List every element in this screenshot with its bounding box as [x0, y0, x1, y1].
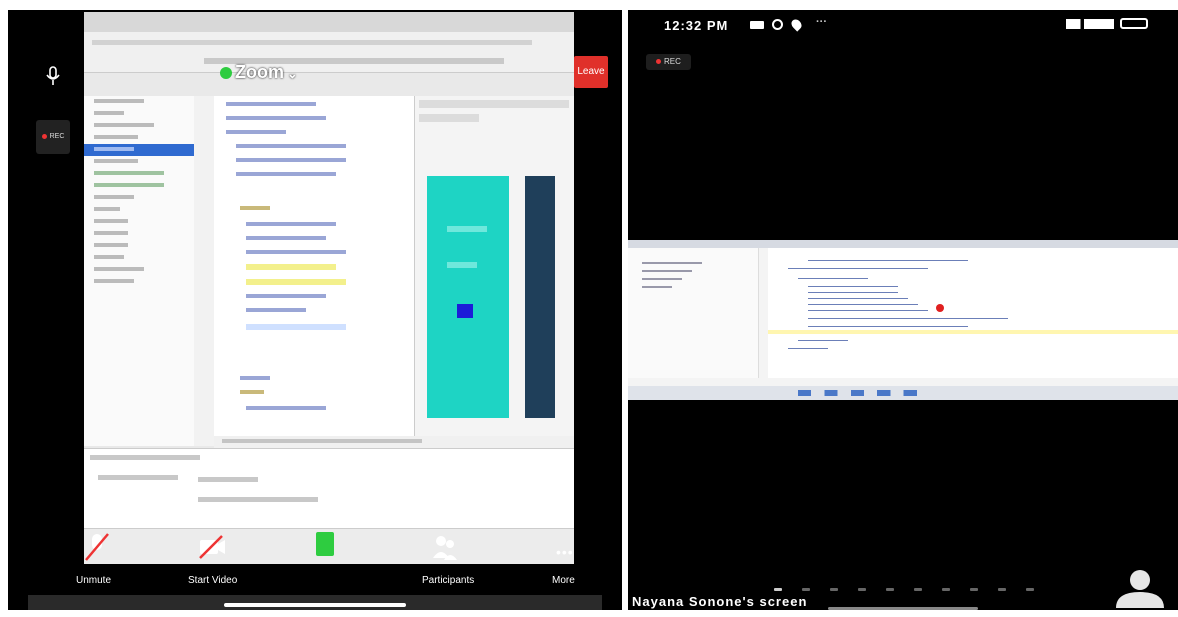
page-indicator [774, 588, 1034, 594]
video-off-icon[interactable] [198, 534, 226, 560]
preview-blueprint [525, 176, 555, 418]
participants-button[interactable]: Participants [422, 575, 474, 586]
build-output-panel [84, 448, 574, 529]
recording-dot-icon [41, 133, 47, 139]
mini-project-tree [628, 248, 759, 378]
recording-badge: REC [646, 54, 691, 70]
headset-icon[interactable] [46, 66, 60, 86]
muted-mic-icon[interactable] [84, 532, 110, 562]
mini-code-editor [768, 248, 1178, 378]
recording-dot-icon [656, 59, 661, 65]
screen-owner-label: Nayana Sonone's screen [632, 594, 808, 609]
battery-icon [1120, 18, 1148, 29]
zoom-view-menu[interactable]: Zoom ⌄ [220, 62, 297, 83]
shared-screen-ide [84, 12, 574, 564]
editor-gutter [194, 96, 215, 446]
preview-button [457, 304, 473, 318]
unmute-button[interactable]: Unmute [76, 575, 111, 586]
shared-screen-thumbnail [628, 240, 1178, 400]
participants-icon[interactable] [432, 534, 458, 562]
leave-button[interactable]: Leave [574, 56, 608, 88]
recording-badge: REC [36, 120, 70, 154]
more-dots-icon[interactable]: ••• [556, 544, 574, 560]
preview-screen [427, 176, 509, 418]
phone-screen-view: 12:32 PM ··· REC Nayana Sonone's screen [628, 10, 1178, 610]
mini-ide-titlebar [628, 240, 1178, 248]
zoom-meeting-view: Zoom ⌄ REC Leave Unmute Start Video Part… [8, 10, 622, 610]
mini-taskbar [628, 386, 1178, 400]
user-avatar-icon[interactable] [1112, 568, 1168, 608]
share-screen-icon[interactable] [316, 532, 334, 556]
status-clock: 12:32 PM [664, 18, 729, 33]
home-indicator[interactable] [224, 603, 406, 607]
chevron-down-icon: ⌄ [284, 67, 298, 81]
tree-row-selected[interactable] [84, 144, 194, 156]
location-icon [789, 17, 804, 32]
ide-title-bar [84, 12, 574, 32]
editor-breadcrumb [214, 436, 574, 448]
start-video-button[interactable]: Start Video [188, 575, 237, 586]
signal-icon [1066, 19, 1114, 29]
zoom-logo-icon [220, 67, 232, 80]
meeting-controls: Unmute Start Video Participants ••• More [8, 530, 622, 594]
more-button[interactable]: More [552, 575, 575, 586]
cursor-highlight [936, 304, 944, 312]
ide-toolbar [84, 32, 574, 73]
code-editor[interactable] [214, 96, 414, 436]
video-camera-icon [750, 21, 764, 29]
home-indicator[interactable] [828, 607, 978, 610]
project-tree [84, 96, 195, 446]
more-notifications-icon: ··· [816, 16, 827, 28]
layout-preview [414, 96, 574, 436]
status-bar: 12:32 PM ··· [628, 10, 1178, 38]
chrome-icon [772, 19, 783, 30]
